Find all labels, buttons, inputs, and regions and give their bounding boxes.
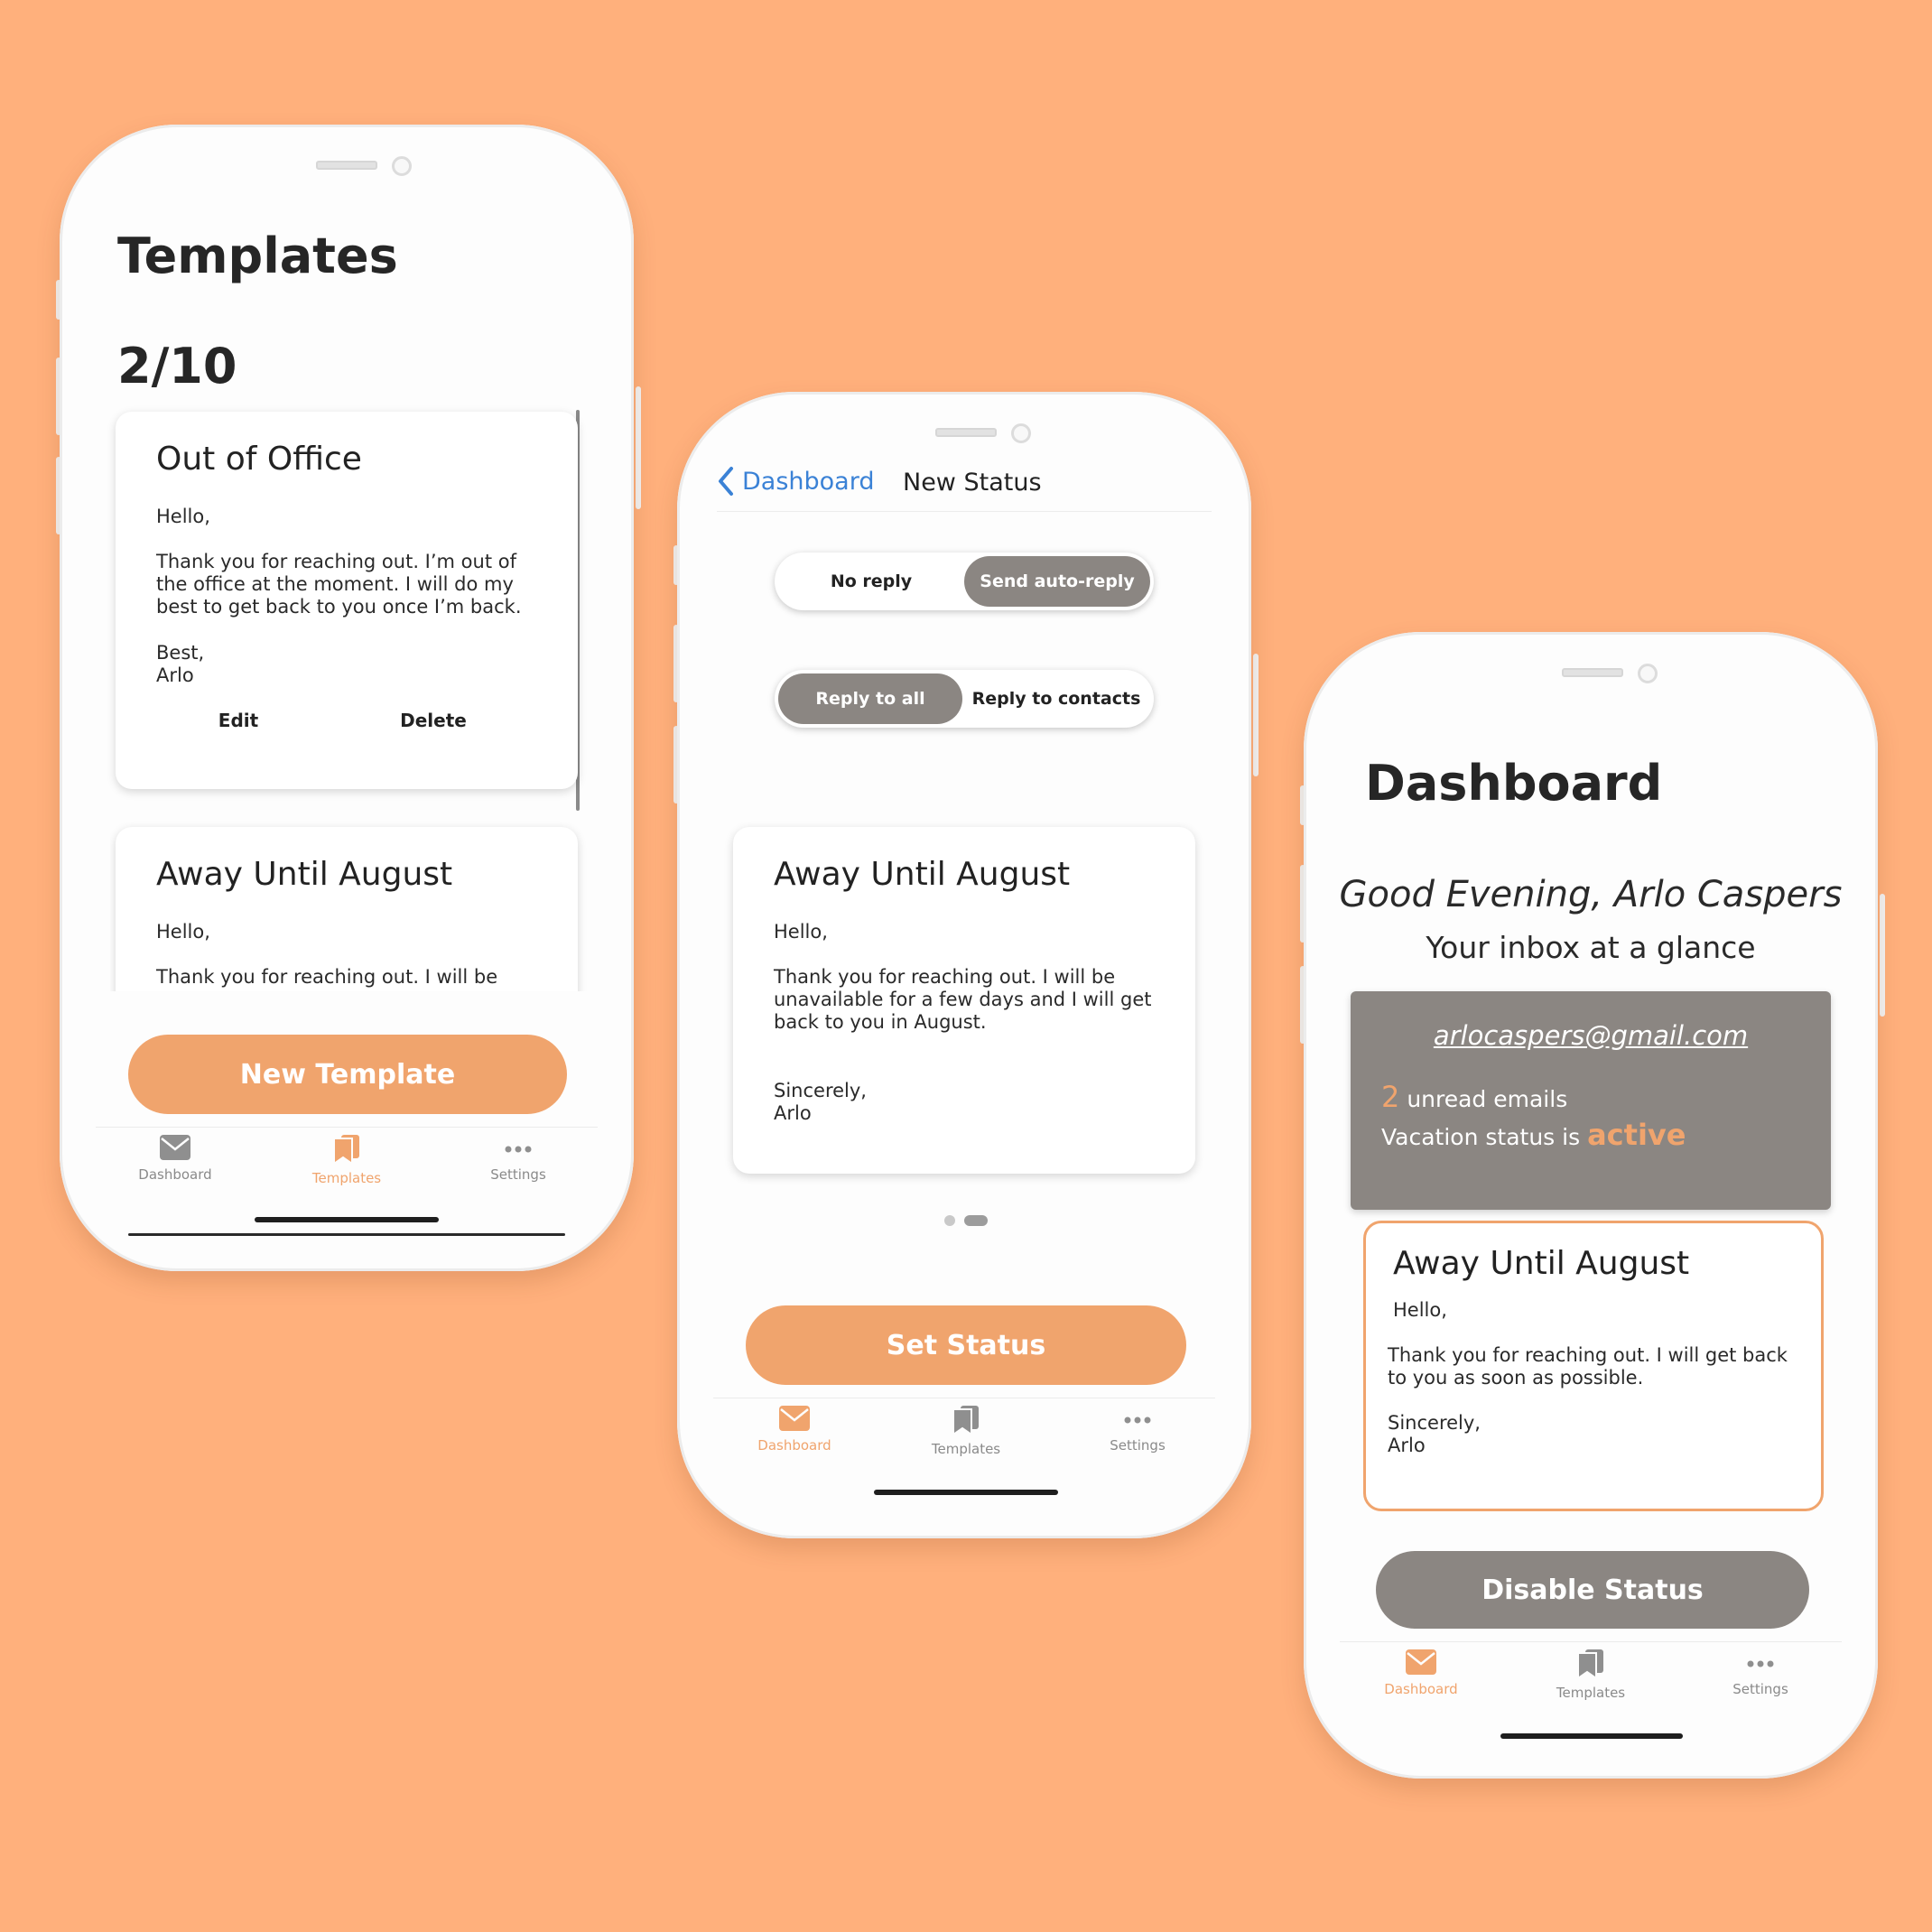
more-dots-icon xyxy=(1124,1416,1151,1424)
tab-label: Dashboard xyxy=(138,1166,212,1183)
unread-label: unread emails xyxy=(1407,1086,1568,1112)
more-dots-icon xyxy=(1747,1660,1774,1667)
vacation-status: active xyxy=(1587,1118,1686,1152)
tab-label: Settings xyxy=(490,1166,546,1183)
template-greeting: Hello, xyxy=(156,506,210,527)
envelope-icon xyxy=(779,1406,810,1431)
back-button[interactable]: Dashboard xyxy=(717,466,874,497)
vacation-label: Vacation status is xyxy=(1381,1124,1581,1150)
tab-dashboard[interactable]: Dashboard xyxy=(1358,1649,1484,1697)
template-closing: Best, xyxy=(156,642,205,664)
send-auto-reply-option[interactable]: Send auto-reply xyxy=(964,556,1150,607)
new-status-phone: Dashboard New Status No reply Send auto-… xyxy=(677,392,1251,1538)
template-body: Thank you for reaching out. I will be xyxy=(156,966,498,988)
tab-templates[interactable]: Templates xyxy=(903,1405,1029,1457)
template-greeting: Hello, xyxy=(1393,1299,1447,1321)
reply-mode-toggle[interactable]: No reply Send auto-reply xyxy=(775,553,1154,610)
template-card[interactable]: Out of Office Hello, Thank you for reach… xyxy=(116,412,578,789)
subtitle-text: Your inbox at a glance xyxy=(1426,930,1756,965)
page-title: Dashboard xyxy=(1365,755,1663,812)
template-count: 2/10 xyxy=(117,338,237,395)
template-signature: Arlo xyxy=(156,664,194,686)
active-template-card[interactable]: Away Until August Hello, Thank you for r… xyxy=(1363,1221,1824,1511)
tab-dashboard[interactable]: Dashboard xyxy=(112,1134,238,1183)
no-reply-option[interactable]: No reply xyxy=(778,556,964,607)
tab-templates[interactable]: Templates xyxy=(1528,1649,1654,1701)
tab-templates[interactable]: Templates xyxy=(283,1134,410,1186)
delete-button[interactable]: Delete xyxy=(392,710,475,731)
edit-button[interactable]: Edit xyxy=(206,710,271,731)
page-title: Templates xyxy=(117,228,398,284)
template-card-title: Out of Office xyxy=(156,441,362,478)
template-closing: Sincerely, xyxy=(1388,1412,1481,1434)
more-dots-icon xyxy=(505,1146,532,1153)
email-link[interactable]: arlocaspers@gmail.com xyxy=(1351,1020,1831,1051)
bookmark-icon xyxy=(952,1406,979,1435)
template-card[interactable]: Away Until August Hello, Thank you for r… xyxy=(116,827,578,991)
envelope-icon xyxy=(160,1135,190,1160)
template-signature: Arlo xyxy=(774,1102,812,1124)
template-signature: Arlo xyxy=(1388,1435,1426,1456)
unread-row: 2 unread emails xyxy=(1381,1080,1567,1114)
bookmark-icon xyxy=(1577,1649,1603,1679)
tab-dashboard[interactable]: Dashboard xyxy=(731,1405,858,1454)
nav-title: New Status xyxy=(903,469,1042,497)
tab-settings[interactable]: Settings xyxy=(1074,1405,1201,1454)
new-template-button[interactable]: New Template xyxy=(128,1035,567,1114)
bookmark-icon xyxy=(333,1135,359,1165)
tab-label: Templates xyxy=(1556,1685,1626,1701)
templates-phone: Templates 2/10 Out of Office Hello, Than… xyxy=(60,125,634,1271)
card-clip: Away Until August Hello, Thank you for r… xyxy=(110,811,589,991)
template-body: Thank you for reaching out. I will get b… xyxy=(1388,1344,1788,1389)
tab-label: Dashboard xyxy=(757,1437,831,1454)
template-card-title: Away Until August xyxy=(156,856,453,893)
tab-label: Settings xyxy=(1732,1681,1788,1697)
recipient-toggle[interactable]: Reply to all Reply to contacts xyxy=(775,670,1154,728)
template-greeting: Hello, xyxy=(156,921,210,943)
back-label: Dashboard xyxy=(742,467,875,496)
tab-label: Templates xyxy=(311,1170,382,1186)
greeting-text: Good Evening, Arlo Caspers xyxy=(1339,874,1843,915)
disable-status-button[interactable]: Disable Status xyxy=(1376,1551,1809,1629)
vacation-row: Vacation status is active xyxy=(1381,1118,1686,1152)
template-greeting: Hello, xyxy=(774,921,828,943)
envelope-icon xyxy=(1406,1649,1436,1675)
tab-label: Settings xyxy=(1110,1437,1166,1454)
template-closing: Sincerely, xyxy=(774,1080,867,1101)
template-card[interactable]: Away Until August Hello, Thank you for r… xyxy=(733,827,1195,1174)
reply-to-contacts-option[interactable]: Reply to contacts xyxy=(962,673,1150,724)
template-card-title: Away Until August xyxy=(774,856,1071,893)
chevron-left-icon xyxy=(719,467,733,496)
page-dot xyxy=(944,1215,955,1226)
dashboard-phone: Dashboard Good Evening, Arlo Caspers You… xyxy=(1304,632,1878,1779)
page-dot-active xyxy=(964,1215,988,1226)
tab-settings[interactable]: Settings xyxy=(455,1134,581,1183)
template-body: Thank you for reaching out. I will be un… xyxy=(774,966,1152,1033)
template-card-title: Away Until August xyxy=(1393,1245,1690,1282)
tab-settings[interactable]: Settings xyxy=(1697,1649,1824,1697)
page-indicator[interactable] xyxy=(944,1215,988,1226)
tab-label: Templates xyxy=(931,1441,1001,1457)
inbox-summary-card: arlocaspers@gmail.com 2 unread emails Va… xyxy=(1351,991,1831,1210)
tab-label: Dashboard xyxy=(1384,1681,1458,1697)
reply-to-all-option[interactable]: Reply to all xyxy=(778,673,962,724)
unread-count: 2 xyxy=(1381,1080,1400,1114)
template-body: Thank you for reaching out. I’m out of t… xyxy=(156,551,522,618)
set-status-button[interactable]: Set Status xyxy=(746,1305,1186,1385)
